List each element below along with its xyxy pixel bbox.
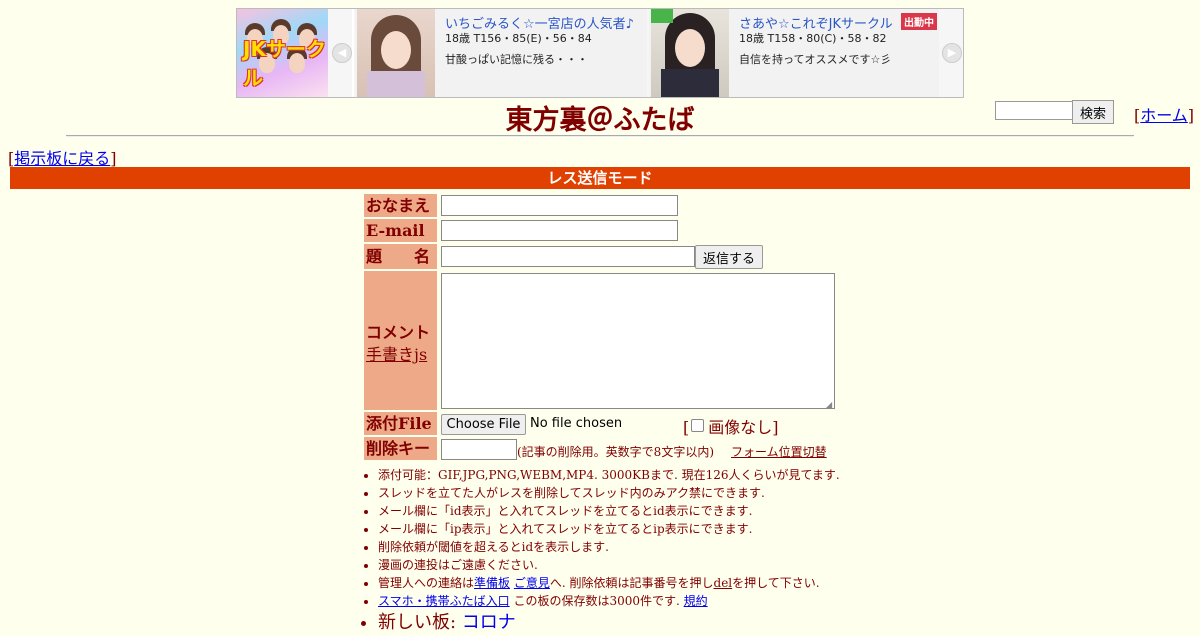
- form-position-toggle-link[interactable]: フォーム位置切替: [731, 443, 827, 460]
- del-link[interactable]: del: [714, 576, 733, 590]
- name-input[interactable]: [441, 195, 678, 216]
- carousel-prev-icon[interactable]: ◀: [332, 43, 352, 63]
- ad-card-2-badge: 出勤中: [901, 13, 937, 30]
- no-image-option: [画像なし]: [683, 418, 779, 437]
- no-file-chosen-text: No file chosen: [530, 416, 623, 431]
- rule-item-new-board: 新しい板: コロナ: [378, 610, 840, 636]
- feedback-link[interactable]: ご意見: [514, 576, 550, 590]
- rule-item: 漫画の連投はご遠慮ください.: [378, 556, 840, 574]
- contact-suffix: を押して下さい.: [732, 576, 820, 590]
- rule-item: スレッドを立てた人がレスを削除してスレッド内のみアク禁にできます.: [378, 484, 840, 502]
- search-input[interactable]: [995, 101, 1075, 120]
- rule-item: メール欄に「ip表示」と入れてスレッドを立てるとip表示にできます.: [378, 520, 840, 538]
- submit-reply-button[interactable]: 返信する: [695, 245, 763, 269]
- prep-board-link[interactable]: 準備板: [474, 576, 510, 590]
- mobile-entrance-link[interactable]: スマホ・携帯ふたば入口: [378, 594, 510, 608]
- ad-card-1-stats: 18歳 T156・85(E)・56・84: [445, 32, 592, 45]
- file-label: 添付File: [364, 412, 437, 435]
- ad-card-1-photo: [357, 9, 435, 97]
- rule-item: 添付可能：GIF,JPG,PNG,WEBM,MP4. 3000KBまで. 現在1…: [378, 466, 840, 484]
- delete-key-label: 削除キー: [364, 437, 437, 460]
- rules-list: 添付可能：GIF,JPG,PNG,WEBM,MP4. 3000KBまで. 現在1…: [358, 466, 840, 636]
- no-image-checkbox[interactable]: [691, 419, 705, 432]
- storage-note: この板の保存数は3000件です.: [509, 594, 684, 608]
- carousel-next-icon[interactable]: ▶: [942, 43, 962, 63]
- reply-mode-bar: レス送信モード: [10, 167, 1190, 189]
- home-link[interactable]: ホーム: [1140, 106, 1188, 125]
- subject-label: 題 名: [364, 244, 437, 269]
- ad-card-2-photo: [651, 9, 729, 97]
- home-link-wrapper: [ホーム]: [1134, 106, 1195, 125]
- ad-card-1[interactable]: いちごみるく☆一宮店の人気者♪ 18歳 T156・85(E)・56・84 甘酸っ…: [355, 9, 647, 97]
- comment-label: コメント: [366, 323, 431, 342]
- ad-logo-text: JKサークル: [243, 37, 326, 90]
- ad-card-2[interactable]: さあや☆これぞJKサークル 出勤中 18歳 T158・80(C)・58・82 自…: [649, 9, 939, 97]
- back-to-board-link[interactable]: 掲示板に戻る: [14, 149, 110, 168]
- comment-label-cell: コメント 手書きjs: [364, 271, 437, 410]
- ad-card-2-desc: 自信を持ってオススメです☆彡: [739, 53, 892, 66]
- delete-key-input[interactable]: [441, 439, 517, 460]
- rule-item-contact: 管理人への連絡は準備板 ご意見へ. 削除依頼は記事番号を押しdelを押して下さい…: [378, 574, 840, 592]
- email-input[interactable]: [441, 220, 678, 241]
- rule-item-mobile: スマホ・携帯ふたば入口 この板の保存数は3000件です. 規約: [378, 592, 840, 610]
- resize-handle-icon[interactable]: ◢: [826, 400, 832, 409]
- email-label: E-mail: [364, 219, 437, 242]
- no-image-label: 画像なし: [708, 418, 773, 437]
- comment-textarea[interactable]: [441, 273, 835, 409]
- ad-card-2-stats: 18歳 T158・80(C)・58・82: [739, 32, 887, 45]
- ad-card-1-desc: 甘酸っぱい記憶に残る・・・: [445, 53, 588, 66]
- search-button[interactable]: 検索: [1072, 100, 1114, 124]
- handwriting-link[interactable]: 手書きjs: [366, 341, 427, 365]
- terms-link[interactable]: 規約: [684, 594, 708, 608]
- name-label: おなまえ: [364, 194, 437, 217]
- rule-item: 削除依頼が閾値を超えるとidを表示します.: [378, 538, 840, 556]
- divider: [66, 135, 1134, 137]
- subject-input[interactable]: [441, 246, 695, 267]
- delete-key-note: (記事の削除用。英数字で8文字以内): [517, 445, 714, 459]
- choose-file-button[interactable]: Choose File: [441, 414, 526, 435]
- ad-banner[interactable]: JKサークル ◀ いちごみるく☆一宮店の人気者♪ 18歳 T156・85(E)・…: [236, 8, 964, 98]
- rule-item: メール欄に「id表示」と入れてスレッドを立てるとid表示にできます.: [378, 502, 840, 520]
- ad-logo-image[interactable]: JKサークル: [237, 9, 328, 97]
- back-link-wrapper: [掲示板に戻る]: [8, 149, 117, 168]
- contact-prefix: 管理人への連絡は: [378, 576, 475, 590]
- contact-middle: へ. 削除依頼は記事番号を押し: [549, 576, 714, 590]
